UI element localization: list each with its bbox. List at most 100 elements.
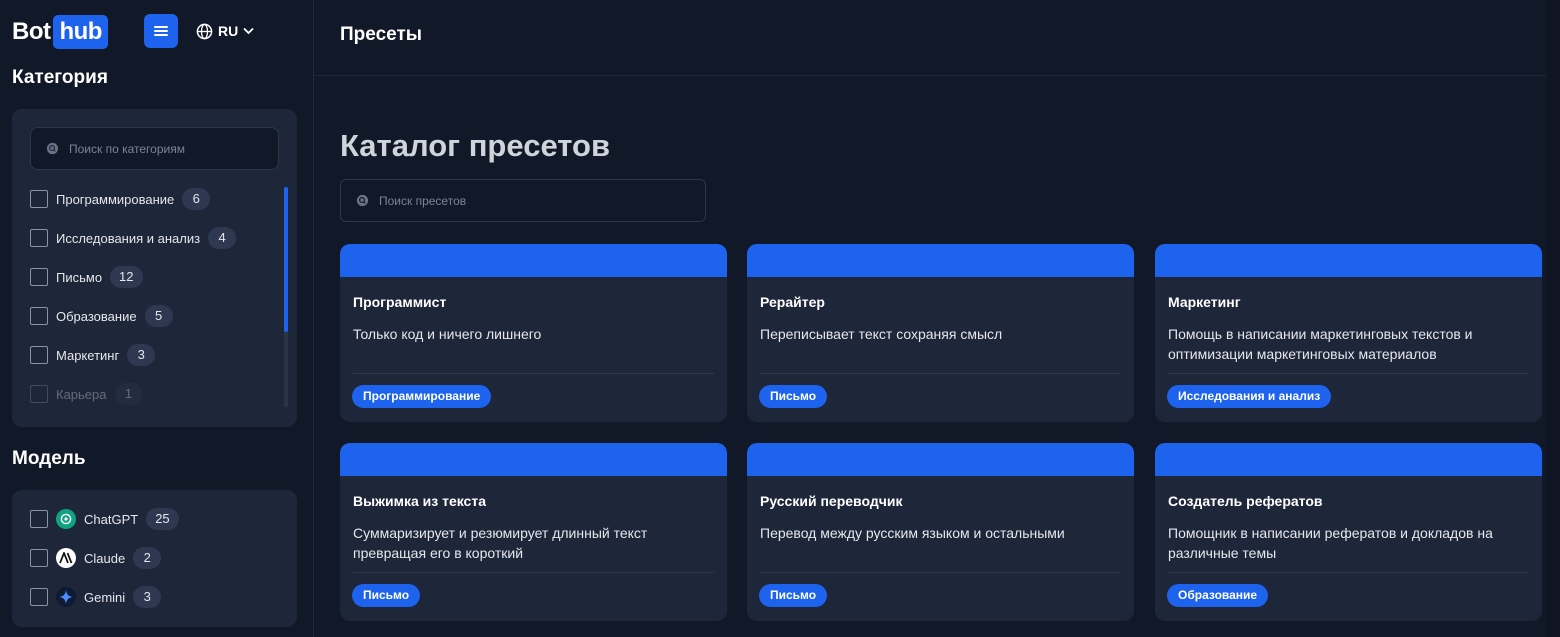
model-item-chatgpt[interactable]: ChatGPT 25 <box>30 507 179 531</box>
language-code: RU <box>218 23 239 39</box>
search-icon <box>46 142 59 155</box>
model-title: Модель <box>12 448 86 469</box>
card-tag[interactable]: Письмо <box>352 584 421 607</box>
preset-card-rewriter[interactable]: Рерайтер Переписывает текст сохраняя смы… <box>747 244 1134 422</box>
preset-card-marketing[interactable]: Маркетинг Помощь в написании маркетингов… <box>1155 244 1542 422</box>
card-header-bar <box>1155 443 1542 476</box>
logo-bot: Bot <box>12 18 51 45</box>
card-divider <box>1168 373 1529 374</box>
category-item-career[interactable]: Карьера 1 <box>30 382 143 406</box>
category-count: 1 <box>114 383 143 405</box>
category-item-programming[interactable]: Программирование 6 <box>30 187 211 211</box>
card-header-bar <box>1155 244 1542 277</box>
preset-card-essay[interactable]: Создатель рефератов Помощник в написании… <box>1155 443 1542 621</box>
card-header-bar <box>747 244 1134 277</box>
card-tag[interactable]: Письмо <box>759 385 828 408</box>
card-description: Помощь в написании маркетинговых текстов… <box>1168 326 1473 362</box>
card-description: Переписывает текст сохраняя смысл <box>760 326 1003 342</box>
category-list: Программирование 6 Исследования и анализ… <box>30 187 280 407</box>
chevron-down-icon <box>243 27 254 35</box>
card-divider <box>353 373 714 374</box>
category-scrollbar[interactable] <box>284 187 288 407</box>
card-title: Программист <box>353 294 447 310</box>
card-description: Суммаризирует и резюмирует длинный текст… <box>353 525 648 561</box>
category-count: 5 <box>144 305 173 327</box>
category-title: Категория <box>12 67 108 88</box>
category-search-input[interactable] <box>69 141 269 156</box>
category-label: Образование <box>56 308 137 324</box>
card-divider <box>1168 572 1529 573</box>
gemini-icon <box>56 587 76 607</box>
category-checkbox[interactable] <box>30 268 48 286</box>
logo[interactable]: Bot hub <box>12 15 108 49</box>
category-checkbox[interactable] <box>30 385 48 403</box>
category-label: Карьера <box>56 386 107 402</box>
menu-button[interactable] <box>144 14 178 48</box>
card-divider <box>760 373 1121 374</box>
model-count: 2 <box>133 547 162 569</box>
hamburger-icon <box>154 26 168 36</box>
category-count: 3 <box>127 344 156 366</box>
topbar: Bot hub RU <box>12 14 254 50</box>
search-icon <box>356 194 369 207</box>
header-title: Пресеты <box>340 24 422 45</box>
preset-card-translator[interactable]: Русский переводчик Перевод между русским… <box>747 443 1134 621</box>
card-divider <box>353 572 714 573</box>
category-count: 12 <box>110 266 143 288</box>
header: Пресеты <box>314 0 1560 76</box>
card-divider <box>760 572 1121 573</box>
globe-icon <box>196 23 213 39</box>
category-scrollbar-thumb[interactable] <box>284 187 288 332</box>
card-header-bar <box>747 443 1134 476</box>
category-item-education[interactable]: Образование 5 <box>30 304 173 328</box>
category-label: Программирование <box>56 191 175 207</box>
page-title: Каталог пресетов <box>340 128 611 163</box>
card-description: Перевод между русским языком и остальным… <box>760 525 1065 541</box>
card-description: Только код и ничего лишнего <box>353 326 542 342</box>
model-item-gemini[interactable]: Gemini 3 <box>30 585 162 609</box>
sidebar: Bot hub RU Категория Поиск по категориям… <box>0 0 314 637</box>
card-description: Помощник в написании рефератов и докладо… <box>1168 525 1493 561</box>
category-panel: Программирование 6 Исследования и анализ… <box>12 109 297 427</box>
model-checkbox[interactable] <box>30 549 48 567</box>
card-header-bar <box>340 244 727 277</box>
main-content: Пресеты Каталог пресетов Программист Тол… <box>314 0 1560 637</box>
card-tag[interactable]: Образование <box>1167 584 1269 607</box>
category-checkbox[interactable] <box>30 307 48 325</box>
preset-search-input[interactable] <box>379 193 579 208</box>
model-item-claude[interactable]: Claude 2 <box>30 546 162 570</box>
chatgpt-icon <box>56 509 76 529</box>
category-count: 4 <box>208 227 237 249</box>
model-label: Gemini <box>84 589 126 605</box>
claude-icon <box>56 548 76 568</box>
card-title: Рерайтер <box>760 294 825 310</box>
main-scrollbar[interactable] <box>1546 0 1560 637</box>
preset-card-summary[interactable]: Выжимка из текста Суммаризирует и резюми… <box>340 443 727 621</box>
category-item-research[interactable]: Исследования и анализ 4 <box>30 226 237 250</box>
model-label: ChatGPT <box>84 511 139 527</box>
category-checkbox[interactable] <box>30 346 48 364</box>
category-label: Исследования и анализ <box>56 230 201 246</box>
category-search[interactable] <box>30 127 279 170</box>
category-item-writing[interactable]: Письмо 12 <box>30 265 143 289</box>
card-tag[interactable]: Письмо <box>759 584 828 607</box>
card-tag[interactable]: Исследования и анализ <box>1167 385 1332 408</box>
model-checkbox[interactable] <box>30 588 48 606</box>
card-title: Русский переводчик <box>760 493 903 509</box>
logo-hub: hub <box>53 15 108 49</box>
language-selector[interactable]: RU <box>196 14 254 48</box>
card-header-bar <box>340 443 727 476</box>
model-count: 25 <box>146 508 179 530</box>
card-tag[interactable]: Программирование <box>352 385 492 408</box>
model-panel: ChatGPT 25 Claude 2 Gemini 3 <box>12 490 297 627</box>
preset-card-programmer[interactable]: Программист Только код и ничего лишнего … <box>340 244 727 422</box>
category-count: 6 <box>182 188 211 210</box>
preset-search[interactable] <box>340 179 706 222</box>
category-item-marketing[interactable]: Маркетинг 3 <box>30 343 156 367</box>
model-label: Claude <box>84 550 126 566</box>
category-checkbox[interactable] <box>30 229 48 247</box>
category-label: Маркетинг <box>56 347 120 363</box>
model-checkbox[interactable] <box>30 510 48 528</box>
category-label: Письмо <box>56 269 103 285</box>
category-checkbox[interactable] <box>30 190 48 208</box>
